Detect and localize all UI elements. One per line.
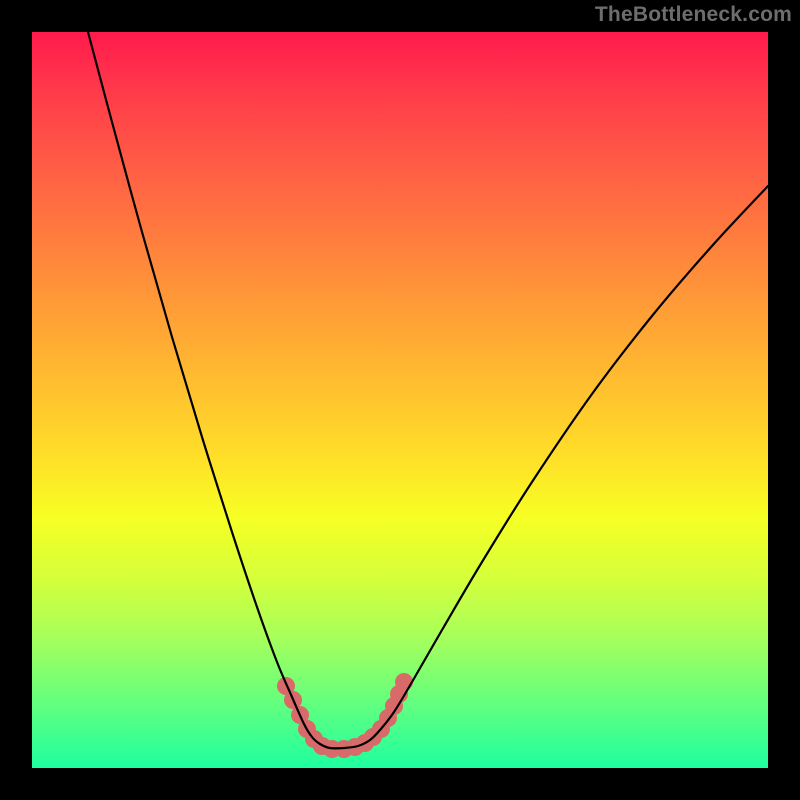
chart-frame: TheBottleneck.com [0, 0, 800, 800]
valley-dot [395, 673, 413, 691]
curve-svg [32, 32, 768, 768]
bottleneck-curve [88, 32, 768, 748]
watermark-text: TheBottleneck.com [595, 3, 792, 27]
plot-area [32, 32, 768, 768]
